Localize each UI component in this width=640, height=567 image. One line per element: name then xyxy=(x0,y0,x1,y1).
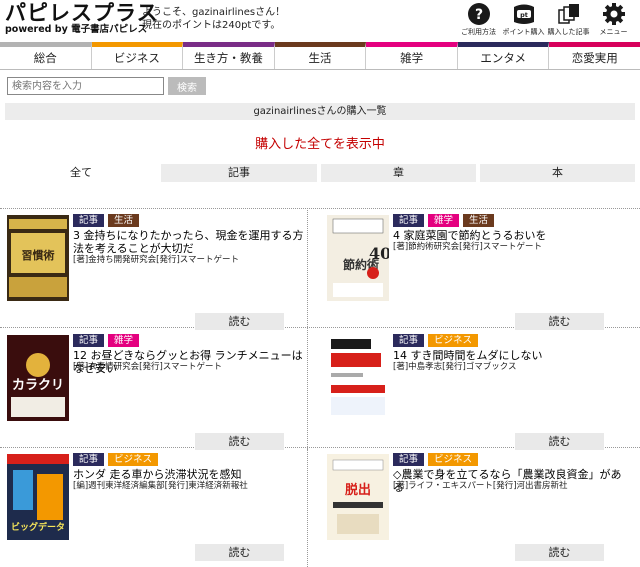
tag-life: 生活 xyxy=(463,214,495,227)
tag-article: 記事 xyxy=(393,214,425,227)
tag-trivia: 雑学 xyxy=(428,214,460,227)
purchased-articles-button[interactable]: 購入した記事 xyxy=(546,2,591,37)
welcome-line-2: 現在のポイントは240ptです。 xyxy=(142,20,281,31)
tag-trivia: 雑学 xyxy=(108,334,140,347)
site-logo[interactable]: パピレスプラス powered by 電子書店パピレス xyxy=(5,2,159,36)
purchase-item: 節約術 40 記事 雑学 生活 4 家庭菜園で節約とうるおいを [著]節約術研究会… xyxy=(320,210,628,333)
category-tab[interactable]: 雑学 xyxy=(366,42,458,69)
tag-article: 記事 xyxy=(73,453,105,466)
item-author: [著]金持ち開発研究会[発行]スマートゲート xyxy=(73,255,240,265)
book-cover[interactable]: 脱出 xyxy=(327,454,389,540)
tag-article: 記事 xyxy=(393,334,425,347)
category-tab[interactable]: 生活 xyxy=(274,42,367,69)
filter-tab-book[interactable]: 本 xyxy=(480,164,635,182)
tag-article: 記事 xyxy=(393,453,425,466)
tag-business: ビジネス xyxy=(428,453,479,466)
question-icon: ? xyxy=(467,3,490,25)
read-button[interactable]: 読む xyxy=(515,433,604,450)
item-author: [編]週刊東洋経済編集部[発行]東洋経済新報社 xyxy=(73,481,248,491)
svg-text:カラクリ: カラクリ xyxy=(12,378,64,393)
category-tab[interactable]: ビジネス xyxy=(91,42,184,69)
read-button[interactable]: 読む xyxy=(515,313,604,330)
book-cover[interactable]: 習慣術 xyxy=(7,215,69,301)
purchase-item: カラクリ 記事 雑学 12 お昼どきならグッとお得 ランチメニューはなぜ安い [… xyxy=(0,330,308,453)
category-tab[interactable]: エンタメ xyxy=(457,42,550,69)
svg-text:40: 40 xyxy=(369,244,389,263)
tag-life: 生活 xyxy=(108,214,140,227)
read-button[interactable]: 読む xyxy=(195,433,284,450)
category-tab[interactable]: 総合 xyxy=(0,42,92,69)
read-button[interactable]: 読む xyxy=(195,544,284,561)
category-tab[interactable]: 恋愛実用 xyxy=(549,42,640,69)
read-button[interactable]: 読む xyxy=(515,544,604,561)
search-input[interactable] xyxy=(7,77,164,95)
tag-business: ビジネス xyxy=(108,453,159,466)
item-tags: 記事 生活 xyxy=(73,214,143,227)
page-title: 購入した全てを表示中 xyxy=(255,137,385,152)
help-label: ご利用方法 xyxy=(461,28,496,36)
svg-text:習慣術: 習慣術 xyxy=(22,248,55,262)
gear-icon xyxy=(602,3,625,25)
item-tags: 記事 ビジネス xyxy=(393,453,482,466)
logo-subtitle: powered by 電子書店パピレス xyxy=(5,24,148,35)
item-title[interactable]: 4 家庭菜園で節約とうるおいを xyxy=(393,229,628,243)
menu-label: メニュー xyxy=(599,28,628,36)
item-author: [著]節約術研究会[発行]スマートゲート xyxy=(393,242,543,252)
read-button[interactable]: 読む xyxy=(195,313,284,330)
purchase-item: 習慣術 記事 生活 3 金持ちになりたかったら、現金を運用する方法を考えることが… xyxy=(0,210,308,333)
purchase-item: 脱出 記事 ビジネス ◇農業で身を立てるなら「農業改良資金」がある [著]ライフ… xyxy=(320,449,628,567)
filter-tab-article[interactable]: 記事 xyxy=(161,164,317,182)
welcome-line-1: ようこそ、gazinairlinesさん！ xyxy=(142,7,286,18)
item-tags: 記事 ビジネス xyxy=(393,334,482,347)
item-tags: 記事 雑学 生活 xyxy=(393,214,498,227)
purchased-articles-label: 購入した記事 xyxy=(547,28,590,36)
filter-tab-all[interactable]: 全て xyxy=(5,164,157,182)
book-cover[interactable]: カラクリ xyxy=(7,335,69,421)
purchase-list-heading: gazinairlinesさんの購入一覧 xyxy=(5,103,635,120)
tag-article: 記事 xyxy=(73,334,105,347)
item-title[interactable]: ホンダ 走る車から渋滞状況を感知 xyxy=(73,468,308,482)
book-cover[interactable]: ビッグデータ xyxy=(7,454,69,540)
buy-points-label: ポイント購入 xyxy=(502,28,545,36)
help-button[interactable]: ? ご利用方法 xyxy=(456,2,501,37)
item-tags: 記事 雑学 xyxy=(73,334,143,347)
item-tags: 記事 ビジネス xyxy=(73,453,162,466)
item-author: [著]中島孝志[発行]ゴマブックス xyxy=(393,362,517,372)
filter-tab-chapter[interactable]: 章 xyxy=(321,164,476,182)
book-cover[interactable]: 節約術 40 xyxy=(327,215,389,301)
svg-text:ビッグデータ: ビッグデータ xyxy=(11,521,65,533)
documents-icon xyxy=(557,4,579,24)
tag-article: 記事 xyxy=(73,214,105,227)
purchase-item: 記事 ビジネス 14 すき間時間をムダにしない [著]中島孝志[発行]ゴマブック… xyxy=(320,330,628,453)
tag-business: ビジネス xyxy=(428,334,479,347)
header-icons: ? ご利用方法 pt ポイント購入 購入した記事 メニュー xyxy=(456,2,636,37)
svg-text:脱出: 脱出 xyxy=(345,482,371,498)
svg-text:?: ? xyxy=(474,7,482,23)
menu-button[interactable]: メニュー xyxy=(591,2,636,37)
item-title[interactable]: 3 金持ちになりたかったら、現金を運用する方法を考えることが大切だ xyxy=(73,229,308,255)
search-bar: 検索 xyxy=(7,77,206,95)
item-author: [著]ライフ・エキスパート[発行]河出書房新社 xyxy=(393,481,568,491)
purchase-item: ビッグデータ 記事 ビジネス ホンダ 走る車から渋滞状況を感知 [編]週刊東洋経… xyxy=(0,449,308,567)
buy-points-button[interactable]: pt ポイント購入 xyxy=(501,2,546,37)
site-header: パピレスプラス powered by 電子書店パピレス ようこそ、gazinai… xyxy=(0,0,640,40)
logo-title: パピレスプラス xyxy=(5,1,159,25)
wallet-icon: pt xyxy=(513,4,534,24)
category-tab[interactable]: 生き方・教養 xyxy=(183,42,275,69)
filter-tabs: 全て 記事 章 本 xyxy=(0,164,640,182)
row-divider xyxy=(0,208,640,209)
book-cover[interactable] xyxy=(327,335,389,421)
item-title[interactable]: 14 すき間時間をムダにしない xyxy=(393,349,628,363)
item-author: [著]衣事情研究会[発行]スマートゲート xyxy=(73,362,223,372)
svg-text:pt: pt xyxy=(520,11,528,19)
welcome-message: ようこそ、gazinairlinesさん！ 現在のポイントは240ptです。 xyxy=(142,6,285,32)
search-button[interactable]: 検索 xyxy=(168,77,206,95)
category-nav: 総合 ビジネス 生き方・教養 生活 雑学 エンタメ 恋愛実用 xyxy=(0,42,640,70)
